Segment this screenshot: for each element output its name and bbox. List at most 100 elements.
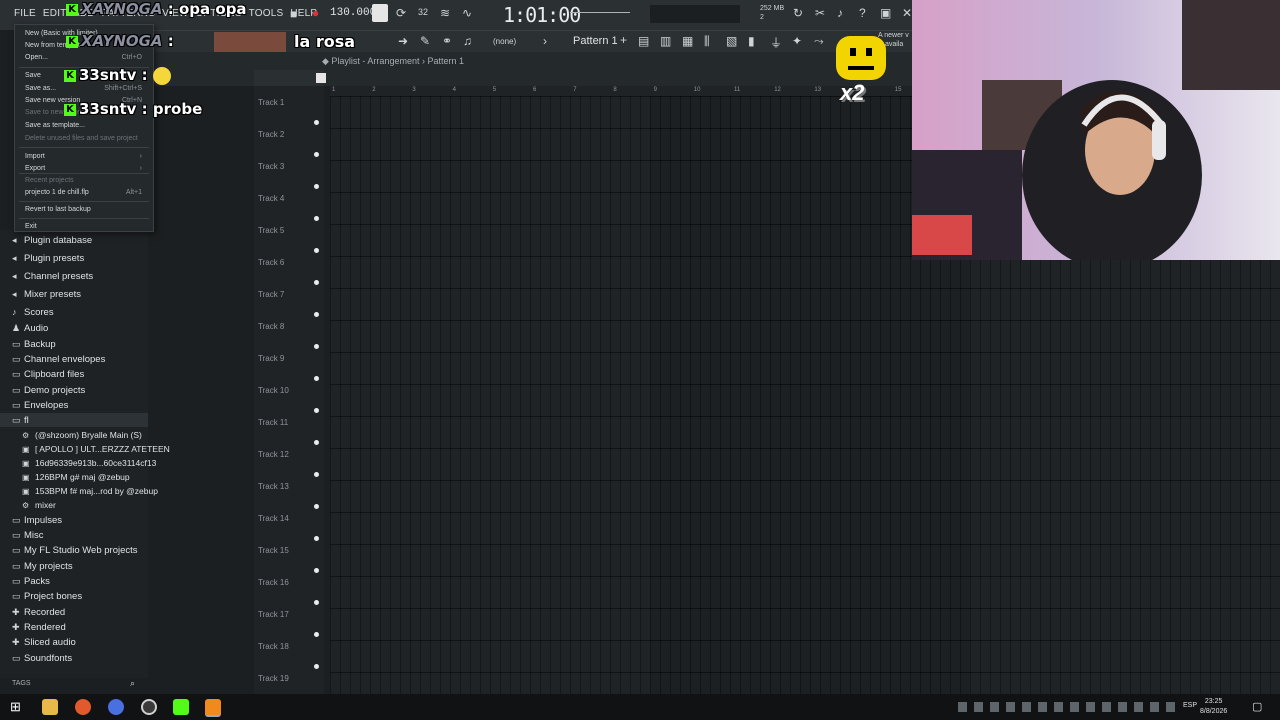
browser-item[interactable]: ▭ Demo projects bbox=[12, 385, 85, 396]
track-mute-led[interactable] bbox=[314, 632, 319, 637]
track-name[interactable]: Track 3 bbox=[258, 162, 284, 171]
file-menu-item[interactable]: Open... Ctrl+O bbox=[25, 54, 150, 61]
browser-icon[interactable]: ▧ bbox=[726, 34, 737, 48]
link-icon[interactable]: ⚭ bbox=[442, 34, 452, 48]
file-menu-item[interactable]: Revert to last backup bbox=[25, 206, 150, 213]
file-menu-item[interactable]: Save as... Shift+Ctrl+S bbox=[25, 85, 150, 92]
system-clock[interactable]: 23:25 8/8/2026 bbox=[1200, 697, 1227, 717]
track-name[interactable]: Track 15 bbox=[258, 546, 289, 555]
mixer-icon[interactable]: ⫼ bbox=[704, 34, 710, 49]
song-time[interactable]: 1:01:00 bbox=[503, 3, 581, 27]
browser-item[interactable]: ▭ Channel envelopes bbox=[12, 354, 105, 365]
track-name[interactable]: Track 13 bbox=[258, 482, 289, 491]
track-name[interactable]: Track 1 bbox=[258, 98, 284, 107]
browser-item[interactable]: ▭ fl bbox=[12, 415, 29, 426]
track-mute-led[interactable] bbox=[314, 472, 319, 477]
tool-buttons[interactable] bbox=[254, 70, 324, 86]
playlist-icon[interactable]: ▤ bbox=[638, 34, 649, 48]
mic-icon[interactable]: ♪ bbox=[837, 6, 843, 20]
browser-item[interactable]: ▭ Backup bbox=[12, 339, 56, 350]
browser-item[interactable]: ⚙ mixer bbox=[22, 500, 56, 510]
plug-icon[interactable]: ⏚ bbox=[770, 34, 782, 51]
track-mute-led[interactable] bbox=[314, 184, 319, 189]
browser-item[interactable]: ◂ Plugin database bbox=[12, 235, 92, 246]
tempo-display[interactable]: 130.000 bbox=[330, 7, 376, 19]
track-mute-led[interactable] bbox=[314, 376, 319, 381]
browser-item[interactable]: ▣ 16d96339e913b...60ce3114cf13 bbox=[22, 458, 156, 468]
browser-item[interactable]: ✚ Sliced audio bbox=[12, 637, 76, 648]
browser-item[interactable]: ▭ Clipboard files bbox=[12, 369, 84, 380]
browser-item[interactable]: ▭ Project bones bbox=[12, 591, 82, 602]
language-indicator[interactable]: ESP bbox=[1183, 702, 1197, 709]
file-menu-item[interactable]: projecto 1 de chill.flp Alt+1 bbox=[25, 189, 150, 196]
browser-item[interactable]: ▭ My projects bbox=[12, 561, 73, 572]
chevron-right-icon[interactable]: › bbox=[543, 34, 547, 48]
browser-item[interactable]: ▭ My FL Studio Web projects bbox=[12, 545, 138, 556]
arrow-icon[interactable]: ➜ bbox=[398, 34, 408, 48]
menu-tools[interactable]: TOOLS bbox=[249, 8, 284, 19]
loop-icon[interactable]: ⟳ bbox=[396, 6, 406, 20]
track-mute-led[interactable] bbox=[314, 600, 319, 605]
snap-select[interactable]: (none) bbox=[493, 37, 516, 46]
track-name[interactable]: Track 4 bbox=[258, 194, 284, 203]
track-name[interactable]: Track 17 bbox=[258, 610, 289, 619]
waveform-icon[interactable]: ∿ bbox=[462, 6, 472, 20]
cut-icon[interactable]: ✂ bbox=[815, 6, 825, 20]
menu-file[interactable]: FILE bbox=[14, 8, 36, 19]
track-name[interactable]: Track 11 bbox=[258, 418, 288, 427]
track-name[interactable]: Track 19 bbox=[258, 674, 289, 683]
track-mute-led[interactable] bbox=[314, 120, 319, 125]
track-mute-led[interactable] bbox=[314, 408, 319, 413]
pattern-selector[interactable]: Pattern 1 bbox=[573, 35, 618, 47]
metronome-icon[interactable] bbox=[372, 4, 388, 22]
browser-item[interactable]: ◂ Channel presets bbox=[12, 271, 93, 282]
tags-label[interactable]: TAGS bbox=[12, 680, 31, 687]
windows-start-icon[interactable]: ⊞ bbox=[10, 699, 21, 715]
browser-item[interactable]: ♟ Audio bbox=[12, 323, 48, 334]
track-mute-led[interactable] bbox=[314, 280, 319, 285]
browser-item[interactable]: ♪ Scores bbox=[12, 307, 54, 318]
track-name[interactable]: Track 18 bbox=[258, 642, 289, 651]
close-icon[interactable]: ✕ bbox=[902, 6, 912, 20]
file-menu-item[interactable]: Import › bbox=[25, 153, 150, 160]
track-mute-led[interactable] bbox=[314, 248, 319, 253]
track-name[interactable]: Track 12 bbox=[258, 450, 289, 459]
track-name[interactable]: Track 16 bbox=[258, 578, 289, 587]
track-name[interactable]: Track 9 bbox=[258, 354, 284, 363]
track-name[interactable]: Track 7 bbox=[258, 290, 284, 299]
file-menu-item[interactable]: Exit bbox=[25, 223, 150, 230]
tempo-icon[interactable]: ✦ bbox=[792, 34, 802, 48]
browser-item[interactable]: ▭ Impulses bbox=[12, 515, 62, 526]
browser-item[interactable]: ▭ Misc bbox=[12, 530, 44, 541]
track-mute-led[interactable] bbox=[314, 216, 319, 221]
step-icon[interactable]: 32 bbox=[418, 7, 428, 17]
search-icon[interactable]: ⌕ bbox=[130, 678, 135, 689]
file-menu-item[interactable]: Save as template... bbox=[25, 122, 150, 129]
browser-item[interactable]: ▣ [ APOLLO ] ULT...ERZZZ ATETEEN bbox=[22, 444, 170, 454]
browser-item[interactable]: ▣ 126BPM g# maj @zebup bbox=[22, 472, 130, 482]
master-volume-slider[interactable] bbox=[570, 12, 630, 13]
track-mute-led[interactable] bbox=[314, 536, 319, 541]
save-icon[interactable]: ▣ bbox=[880, 6, 891, 20]
obs-icon[interactable] bbox=[141, 699, 157, 715]
track-name[interactable]: Track 6 bbox=[258, 258, 284, 267]
browser-item[interactable]: ◂ Plugin presets bbox=[12, 253, 84, 264]
browser-item[interactable]: ✚ Rendered bbox=[12, 622, 66, 633]
timeline-ruler[interactable]: 1 2 3 4 5 6 7 8 9 10 11 12 13 14 15 bbox=[330, 86, 912, 96]
add-pattern-icon[interactable]: + bbox=[620, 33, 627, 47]
system-tray[interactable] bbox=[958, 702, 1178, 712]
stop-icon[interactable]: ■ bbox=[290, 7, 297, 21]
piano-roll-icon[interactable]: ▥ bbox=[660, 34, 671, 48]
brave-browser-icon[interactable] bbox=[75, 699, 91, 715]
track-mute-led[interactable] bbox=[314, 568, 319, 573]
track-name[interactable]: Track 8 bbox=[258, 322, 284, 331]
channel-rack-icon[interactable]: ▦ bbox=[682, 34, 693, 48]
menu-edit[interactable]: EDIT bbox=[43, 8, 67, 19]
browser-item[interactable]: ▭ Envelopes bbox=[12, 400, 68, 411]
track-mute-led[interactable] bbox=[314, 664, 319, 669]
notification-icon[interactable]: ▢ bbox=[1252, 700, 1262, 713]
chrome-icon[interactable] bbox=[108, 699, 124, 715]
browser-item[interactable]: ▭ Soundfonts bbox=[12, 653, 72, 664]
piano-icon[interactable] bbox=[316, 73, 326, 83]
plugin-icon[interactable]: ▮ bbox=[748, 34, 755, 48]
